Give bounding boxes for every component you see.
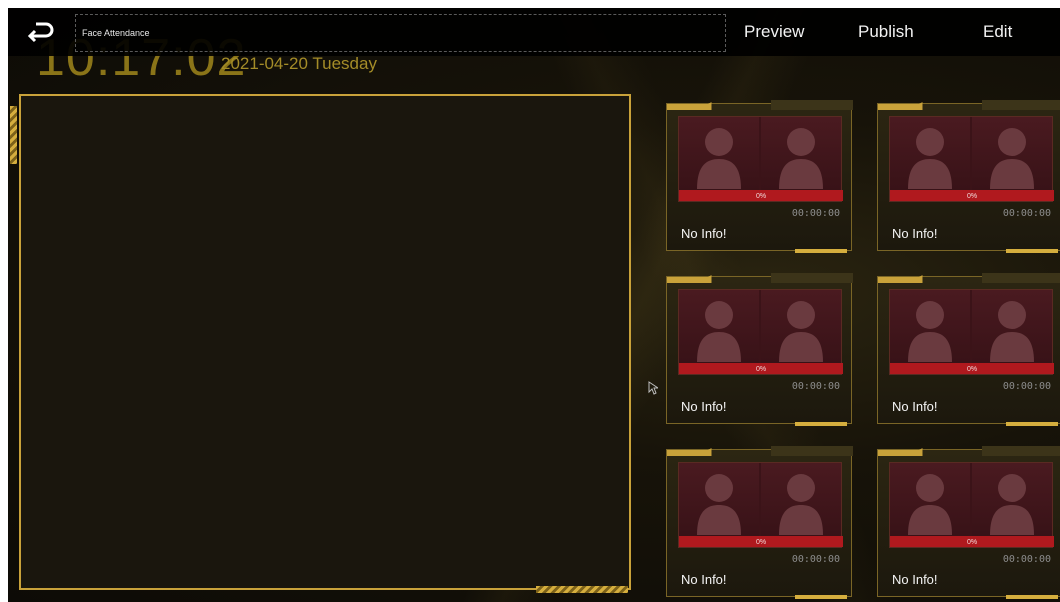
- record-time: 00:00:00: [791, 208, 840, 219]
- photo-compare-box: 0%: [889, 116, 1054, 202]
- top-toolbar: Face Attendance Preview Publish Edit: [8, 8, 1060, 56]
- record-info: No Info!: [892, 572, 938, 587]
- record-card[interactable]: 0% 00:00:00 No Info!: [666, 446, 853, 599]
- record-time: 00:00:00: [791, 554, 840, 565]
- similarity-score: 0%: [755, 366, 767, 373]
- captured-face-avatar-icon: [679, 117, 759, 191]
- similarity-score: 0%: [966, 366, 978, 373]
- photo-compare-box: 0%: [678, 289, 843, 375]
- record-card[interactable]: 0% 00:00:00 No Info!: [877, 446, 1060, 599]
- record-info: No Info!: [892, 226, 938, 241]
- page-title: Face Attendance: [82, 28, 150, 38]
- card-decoration: [795, 249, 847, 253]
- title-field[interactable]: Face Attendance: [75, 14, 726, 52]
- photo-compare-box: 0%: [678, 116, 843, 202]
- camera-preview-panel: [19, 94, 631, 590]
- publish-button[interactable]: Publish: [858, 22, 914, 42]
- record-card[interactable]: 0% 00:00:00 No Info!: [877, 273, 1060, 426]
- camera-frame-decoration: [536, 586, 628, 593]
- clock-date: 2021-04-20 Tuesday: [221, 54, 377, 73]
- similarity-score: 0%: [755, 193, 767, 200]
- record-info: No Info!: [681, 572, 727, 587]
- card-decoration: [1006, 422, 1058, 426]
- captured-face-avatar-icon: [890, 290, 970, 364]
- record-time: 00:00:00: [791, 381, 840, 392]
- card-decoration: [795, 422, 847, 426]
- card-decoration: [667, 100, 853, 110]
- card-decoration: [878, 100, 1060, 110]
- similarity-score: 0%: [755, 539, 767, 546]
- similarity-score: 0%: [966, 539, 978, 546]
- card-decoration: [878, 446, 1060, 456]
- record-info: No Info!: [681, 399, 727, 414]
- registered-face-avatar-icon: [761, 463, 841, 537]
- record-card[interactable]: 0% 00:00:00 No Info!: [877, 100, 1060, 253]
- registered-face-avatar-icon: [972, 290, 1052, 364]
- edit-button[interactable]: Edit: [983, 22, 1012, 42]
- mouse-cursor-icon: [648, 381, 660, 400]
- record-card[interactable]: 0% 00:00:00 No Info!: [666, 100, 853, 253]
- camera-frame-decoration: [10, 106, 17, 164]
- preview-button[interactable]: Preview: [744, 22, 804, 42]
- card-decoration: [1006, 249, 1058, 253]
- registered-face-avatar-icon: [972, 117, 1052, 191]
- photo-compare-box: 0%: [889, 289, 1054, 375]
- record-card[interactable]: 0% 00:00:00 No Info!: [666, 273, 853, 426]
- card-decoration: [795, 595, 847, 599]
- card-decoration: [1006, 595, 1058, 599]
- registered-face-avatar-icon: [761, 117, 841, 191]
- back-icon[interactable]: [26, 18, 56, 46]
- captured-face-avatar-icon: [679, 290, 759, 364]
- record-info: No Info!: [681, 226, 727, 241]
- captured-face-avatar-icon: [890, 463, 970, 537]
- record-time: 00:00:00: [1002, 381, 1051, 392]
- photo-compare-box: 0%: [678, 462, 843, 548]
- card-decoration: [667, 446, 853, 456]
- record-time: 00:00:00: [1002, 554, 1051, 565]
- similarity-score: 0%: [966, 193, 978, 200]
- face-attendance-screen: 10:17:02 2021-04-20 Tuesday Face Attenda…: [8, 8, 1060, 602]
- captured-face-avatar-icon: [890, 117, 970, 191]
- registered-face-avatar-icon: [761, 290, 841, 364]
- photo-compare-box: 0%: [889, 462, 1054, 548]
- captured-face-avatar-icon: [679, 463, 759, 537]
- card-decoration: [667, 273, 853, 283]
- record-time: 00:00:00: [1002, 208, 1051, 219]
- record-info: No Info!: [892, 399, 938, 414]
- card-decoration: [878, 273, 1060, 283]
- registered-face-avatar-icon: [972, 463, 1052, 537]
